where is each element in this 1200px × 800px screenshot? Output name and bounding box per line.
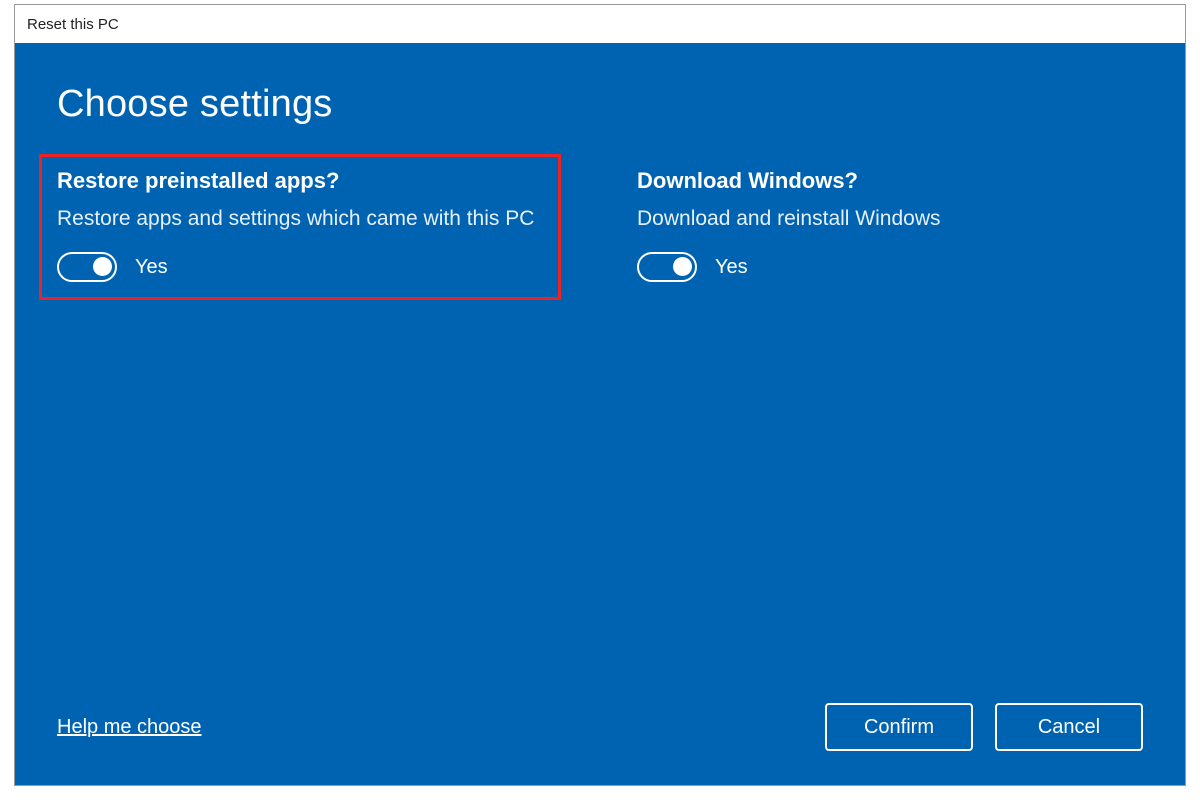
dialog-window: Reset this PC Choose settings Restore pr… xyxy=(14,4,1186,786)
restore-apps-description: Restore apps and settings which came wit… xyxy=(57,204,557,234)
restore-apps-block: Restore preinstalled apps? Restore apps … xyxy=(57,168,557,282)
toggle-knob xyxy=(93,257,112,276)
toggle-knob xyxy=(673,257,692,276)
page-title: Choose settings xyxy=(57,83,1143,126)
settings-row: Restore preinstalled apps? Restore apps … xyxy=(57,168,1143,282)
download-windows-description: Download and reinstall Windows xyxy=(637,204,1137,234)
titlebar: Reset this PC xyxy=(15,5,1185,43)
help-me-choose-link[interactable]: Help me choose xyxy=(57,716,202,739)
download-windows-title: Download Windows? xyxy=(637,168,1137,194)
restore-apps-toggle[interactable] xyxy=(57,252,117,282)
restore-apps-toggle-row: Yes xyxy=(57,252,557,282)
download-windows-toggle[interactable] xyxy=(637,252,697,282)
window-title: Reset this PC xyxy=(27,16,119,33)
restore-apps-title: Restore preinstalled apps? xyxy=(57,168,557,194)
confirm-button[interactable]: Confirm xyxy=(825,703,973,751)
download-windows-block: Download Windows? Download and reinstall… xyxy=(637,168,1137,282)
dialog-content: Choose settings Restore preinstalled app… xyxy=(15,43,1185,785)
download-windows-toggle-label: Yes xyxy=(715,256,748,279)
restore-apps-toggle-label: Yes xyxy=(135,256,168,279)
button-row: Confirm Cancel xyxy=(825,703,1143,751)
download-windows-toggle-row: Yes xyxy=(637,252,1137,282)
cancel-button[interactable]: Cancel xyxy=(995,703,1143,751)
dialog-footer: Help me choose Confirm Cancel xyxy=(57,703,1143,751)
